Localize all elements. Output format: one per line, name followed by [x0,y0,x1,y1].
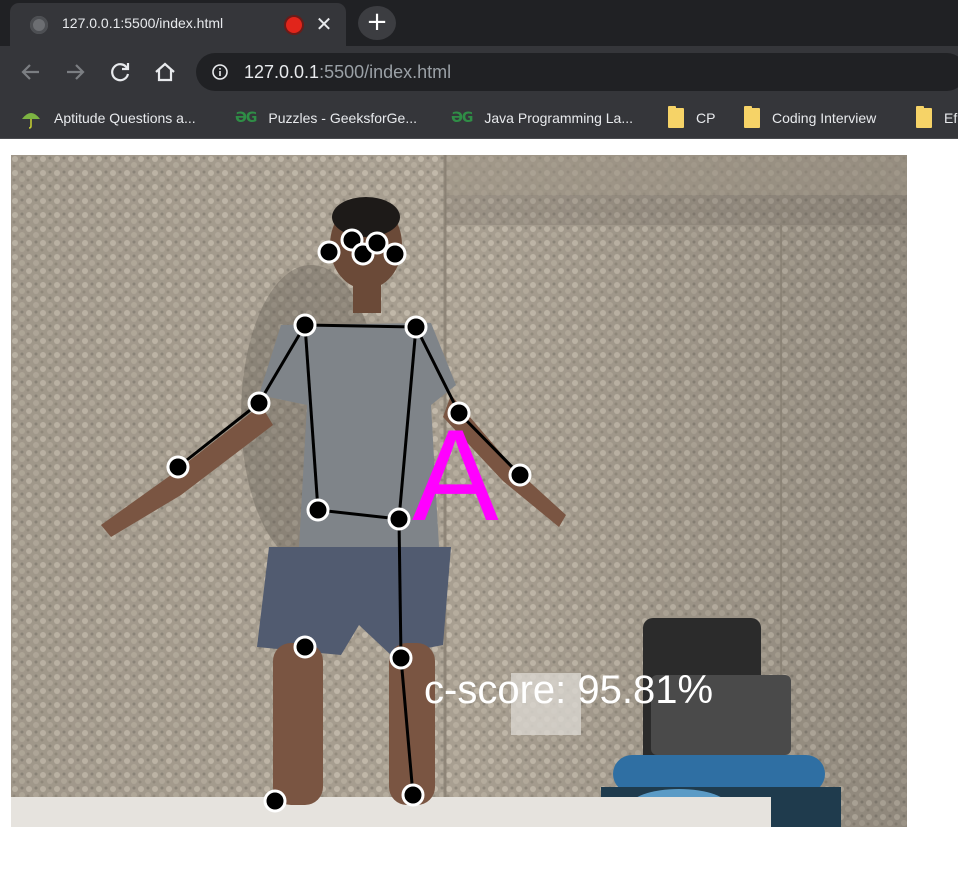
keypoint-right-knee [389,646,413,670]
keypoint-right-hip [387,507,411,531]
bookmark-folder-cp[interactable]: CP [668,98,715,138]
url-host: 127.0.0.1 [244,62,320,82]
keypoint-left-hip [306,498,330,522]
info-icon[interactable] [212,64,228,80]
folder-icon [668,106,684,128]
tab-close-button[interactable]: ✕ [313,12,335,36]
back-button[interactable] [17,58,45,86]
umbrella-icon [22,113,40,129]
bookmark-folder-ef[interactable]: Ef [916,98,957,138]
reload-icon [111,63,130,82]
folder-icon [916,106,932,128]
browser-toolbar: 127.0.0.1:5500/index.html [0,46,958,98]
keypoint-left-ear [317,240,341,264]
browser-tab[interactable]: 127.0.0.1:5500/index.html ✕ [10,3,346,46]
reload-button[interactable] [106,58,134,86]
bookmark-aptitude-questions[interactable]: Aptitude Questions a... [20,98,196,138]
geeksforgeeks-icon: ƏG [235,110,257,126]
tab-title: 127.0.0.1:5500/index.html [62,15,224,31]
home-button[interactable] [151,58,179,86]
keypoint-right-ear [383,242,407,266]
bookmark-folder-coding-interview[interactable]: Coding Interview [744,98,876,138]
bookmark-label: Puzzles - GeeksforGe... [268,110,417,126]
tab-strip: 127.0.0.1:5500/index.html ✕ + [0,0,958,46]
arrow-left-icon [21,64,39,80]
url-path: :5500/index.html [319,62,452,82]
bookmarks-bar: Aptitude Questions a... ƏG Puzzles - Gee… [0,98,958,139]
globe-icon [30,16,48,34]
keypoint-left-knee [293,635,317,659]
keypoint-left-ankle [263,789,287,813]
pose-letter: A [412,402,499,548]
keypoint-left-elbow [247,391,271,415]
keypoint-left-wrist [166,455,190,479]
geeksforgeeks-icon: ƏG [451,110,473,126]
recording-icon [286,17,302,33]
confidence-score: c-score: 95.81% [424,668,714,712]
bed [11,797,771,827]
bookmark-java-programming[interactable]: ƏG Java Programming La... [451,98,633,138]
bookmark-label: CP [696,110,716,126]
arrow-right-icon [67,64,85,80]
new-tab-button[interactable]: + [358,6,396,40]
forward-button[interactable] [61,58,89,86]
folder-icon [744,106,760,128]
bookmark-label: Aptitude Questions a... [54,110,196,126]
bookmark-label: Java Programming La... [484,110,634,126]
keypoint-left-shoulder [293,313,317,337]
keypoint-right-ankle [401,783,425,807]
keypoint-right-eye [365,231,389,255]
keypoint-right-shoulder [404,315,428,339]
home-icon [155,62,175,82]
address-bar[interactable]: 127.0.0.1:5500/index.html [196,53,958,91]
bookmark-label: Ef [944,110,958,126]
bookmark-puzzles-geeksforgeeks[interactable]: ƏG Puzzles - GeeksforGe... [235,98,417,138]
url-text[interactable]: 127.0.0.1:5500/index.html [244,62,451,83]
bookmark-label: Coding Interview [772,110,877,126]
keypoint-right-wrist [508,463,532,487]
